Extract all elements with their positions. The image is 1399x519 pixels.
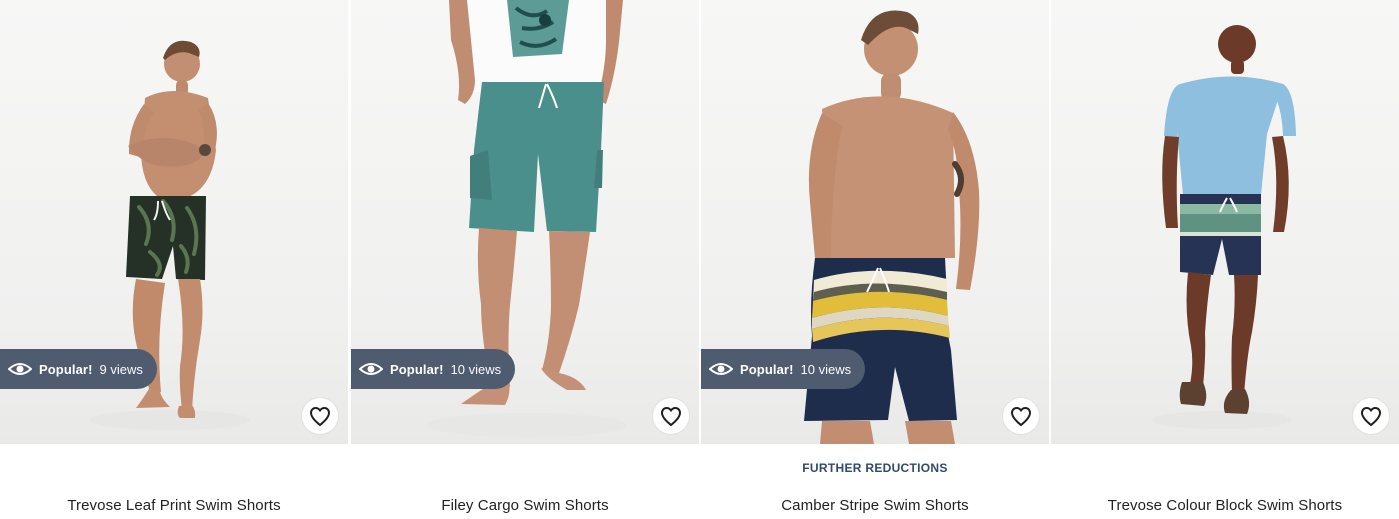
- product-image[interactable]: Popular! 10 views: [701, 0, 1049, 444]
- popular-badge: Popular! 9 views: [0, 349, 157, 389]
- views-count: 10 views: [800, 361, 852, 377]
- product-photo: [1152, 25, 1296, 429]
- product-title[interactable]: Trevose Colour Block Swim Shorts: [1051, 497, 1399, 515]
- heart-outline-icon: [1360, 406, 1382, 427]
- product-card[interactable]: Popular! 10 views Filey Cargo Swim Short…: [351, 0, 699, 519]
- wishlist-button[interactable]: [302, 398, 338, 434]
- eye-icon: [7, 361, 33, 377]
- wishlist-button[interactable]: [1353, 398, 1389, 434]
- product-grid: Popular! 9 views Trevose Leaf Print Swim…: [0, 0, 1399, 519]
- views-count: 9 views: [99, 361, 143, 377]
- product-title[interactable]: Camber Stripe Swim Shorts: [701, 497, 1049, 515]
- heart-outline-icon: [660, 406, 682, 427]
- eye-icon: [358, 361, 384, 377]
- product-card[interactable]: Trevose Colour Block Swim Shorts: [1051, 0, 1399, 519]
- popular-label: Popular!: [39, 361, 93, 377]
- views-count: 10 views: [450, 361, 502, 377]
- wishlist-button[interactable]: [653, 398, 689, 434]
- popular-label: Popular!: [740, 361, 794, 377]
- popular-label: Popular!: [390, 361, 444, 377]
- product-image[interactable]: Popular! 10 views: [351, 0, 699, 444]
- popular-badge: Popular! 10 views: [701, 349, 866, 389]
- popular-badge: Popular! 10 views: [351, 349, 516, 389]
- heart-outline-icon: [1010, 406, 1032, 427]
- wishlist-button[interactable]: [1003, 398, 1039, 434]
- product-title[interactable]: Filey Cargo Swim Shorts: [351, 497, 699, 515]
- eye-icon: [708, 361, 734, 377]
- product-card[interactable]: Popular! 10 views FURTHER REDUCTIONS Cam…: [701, 0, 1049, 519]
- promo-label: FURTHER REDUCTIONS: [802, 461, 948, 475]
- product-image[interactable]: Popular! 9 views: [0, 0, 348, 444]
- product-title[interactable]: Trevose Leaf Print Swim Shorts: [0, 497, 348, 515]
- heart-outline-icon: [309, 406, 331, 427]
- product-image[interactable]: [1051, 0, 1399, 444]
- product-card[interactable]: Popular! 9 views Trevose Leaf Print Swim…: [0, 0, 348, 519]
